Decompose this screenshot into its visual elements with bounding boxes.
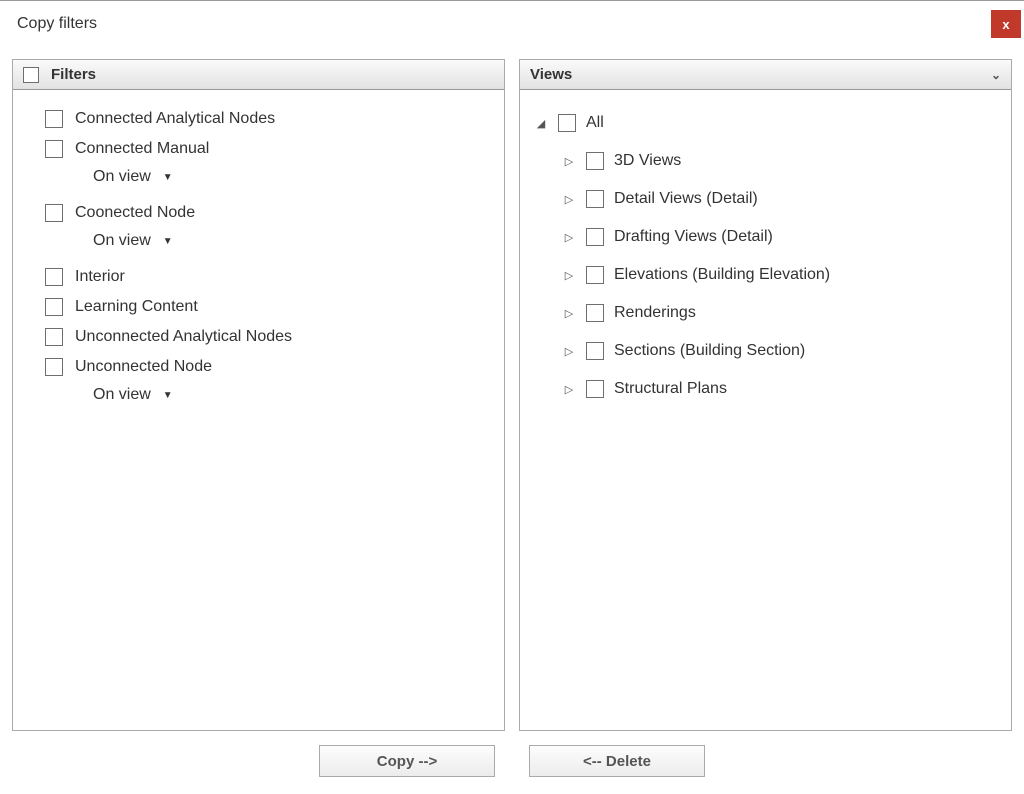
delete-button[interactable]: <-- Delete bbox=[529, 745, 705, 777]
tree-checkbox[interactable] bbox=[586, 380, 604, 398]
tree-root-label: All bbox=[586, 114, 604, 132]
chevron-down-icon: ▼ bbox=[163, 236, 173, 247]
filter-item[interactable]: Learning Content bbox=[45, 298, 490, 316]
tree-checkbox[interactable] bbox=[558, 114, 576, 132]
tree-expand-icon[interactable]: ▷ bbox=[562, 345, 576, 358]
filter-checkbox[interactable] bbox=[45, 140, 63, 158]
views-body: ◢ All ▷ 3D Views ▷ Detail Views (Detail) bbox=[520, 90, 1011, 730]
filters-body: Connected Analytical Nodes Connected Man… bbox=[13, 90, 504, 730]
filter-checkbox[interactable] bbox=[45, 204, 63, 222]
tree-item[interactable]: ▷ Detail Views (Detail) bbox=[562, 186, 997, 212]
filters-select-all-checkbox[interactable] bbox=[23, 67, 39, 83]
tree-item[interactable]: ▷ Sections (Building Section) bbox=[562, 338, 997, 364]
views-header-label: Views bbox=[530, 66, 572, 83]
tree-collapse-icon[interactable]: ◢ bbox=[534, 117, 548, 130]
filter-label: Connected Analytical Nodes bbox=[75, 110, 275, 128]
tree-item[interactable]: ▷ Drafting Views (Detail) bbox=[562, 224, 997, 250]
footer: Copy --> <-- Delete bbox=[0, 731, 1024, 793]
tree-item-label: Sections (Building Section) bbox=[614, 342, 805, 360]
views-panel: Views ⌄ ◢ All ▷ 3D Views ▷ bbox=[519, 59, 1012, 731]
views-tree: ◢ All ▷ 3D Views ▷ Detail Views (Detail) bbox=[534, 110, 997, 402]
tree-checkbox[interactable] bbox=[586, 152, 604, 170]
filter-item[interactable]: Coonected Node bbox=[45, 204, 490, 222]
chevron-down-icon: ▼ bbox=[163, 390, 173, 401]
copy-button-label: Copy --> bbox=[377, 753, 437, 770]
tree-root[interactable]: ◢ All bbox=[534, 110, 997, 136]
on-view-label: On view bbox=[93, 232, 151, 250]
tree-checkbox[interactable] bbox=[586, 266, 604, 284]
filter-checkbox[interactable] bbox=[45, 298, 63, 316]
tree-checkbox[interactable] bbox=[586, 342, 604, 360]
filter-checkbox[interactable] bbox=[45, 268, 63, 286]
tree-item[interactable]: ▷ Elevations (Building Elevation) bbox=[562, 262, 997, 288]
on-view-label: On view bbox=[93, 386, 151, 404]
close-button[interactable]: x bbox=[991, 10, 1021, 38]
tree-item-label: Renderings bbox=[614, 304, 696, 322]
tree-item[interactable]: ▷ Structural Plans bbox=[562, 376, 997, 402]
filter-checkbox[interactable] bbox=[45, 358, 63, 376]
filter-checkbox[interactable] bbox=[45, 110, 63, 128]
tree-checkbox[interactable] bbox=[586, 228, 604, 246]
tree-item-label: Detail Views (Detail) bbox=[614, 190, 758, 208]
filter-on-view-dropdown[interactable]: On view ▼ bbox=[63, 386, 490, 404]
on-view-label: On view bbox=[93, 168, 151, 186]
chevron-down-icon[interactable]: ⌄ bbox=[991, 68, 1001, 82]
close-icon: x bbox=[1002, 18, 1009, 31]
filter-item[interactable]: Unconnected Node bbox=[45, 358, 490, 376]
tree-expand-icon[interactable]: ▷ bbox=[562, 231, 576, 244]
filter-label: Interior bbox=[75, 268, 125, 286]
filters-panel: Filters Connected Analytical Nodes Conne… bbox=[12, 59, 505, 731]
tree-expand-icon[interactable]: ▷ bbox=[562, 383, 576, 396]
tree-expand-icon[interactable]: ▷ bbox=[562, 193, 576, 206]
window-title: Copy filters bbox=[17, 15, 97, 33]
tree-item-label: Elevations (Building Elevation) bbox=[614, 266, 830, 284]
filter-item[interactable]: Connected Manual bbox=[45, 140, 490, 158]
tree-item-label: 3D Views bbox=[614, 152, 681, 170]
filter-item[interactable]: Connected Analytical Nodes bbox=[45, 110, 490, 128]
content-area: Filters Connected Analytical Nodes Conne… bbox=[0, 47, 1024, 731]
tree-children: ▷ 3D Views ▷ Detail Views (Detail) ▷ Dra… bbox=[534, 148, 997, 402]
views-header: Views ⌄ bbox=[520, 60, 1011, 90]
filters-header-label: Filters bbox=[51, 66, 96, 83]
tree-item[interactable]: ▷ Renderings bbox=[562, 300, 997, 326]
filter-label: Connected Manual bbox=[75, 140, 209, 158]
filter-label: Learning Content bbox=[75, 298, 198, 316]
filter-checkbox[interactable] bbox=[45, 328, 63, 346]
tree-item-label: Drafting Views (Detail) bbox=[614, 228, 773, 246]
chevron-down-icon: ▼ bbox=[163, 172, 173, 183]
tree-item[interactable]: ▷ 3D Views bbox=[562, 148, 997, 174]
filter-on-view-dropdown[interactable]: On view ▼ bbox=[63, 168, 490, 186]
tree-expand-icon[interactable]: ▷ bbox=[562, 269, 576, 282]
delete-button-label: <-- Delete bbox=[583, 753, 651, 770]
filter-label: Unconnected Node bbox=[75, 358, 212, 376]
tree-expand-icon[interactable]: ▷ bbox=[562, 155, 576, 168]
filter-on-view-dropdown[interactable]: On view ▼ bbox=[63, 232, 490, 250]
filters-header: Filters bbox=[13, 60, 504, 90]
filter-item[interactable]: Interior bbox=[45, 268, 490, 286]
filters-list: Connected Analytical Nodes Connected Man… bbox=[27, 110, 490, 404]
filter-label: Unconnected Analytical Nodes bbox=[75, 328, 292, 346]
tree-checkbox[interactable] bbox=[586, 190, 604, 208]
tree-expand-icon[interactable]: ▷ bbox=[562, 307, 576, 320]
tree-item-label: Structural Plans bbox=[614, 380, 727, 398]
tree-checkbox[interactable] bbox=[586, 304, 604, 322]
title-bar: Copy filters x bbox=[0, 1, 1024, 47]
filter-label: Coonected Node bbox=[75, 204, 195, 222]
copy-button[interactable]: Copy --> bbox=[319, 745, 495, 777]
filter-item[interactable]: Unconnected Analytical Nodes bbox=[45, 328, 490, 346]
